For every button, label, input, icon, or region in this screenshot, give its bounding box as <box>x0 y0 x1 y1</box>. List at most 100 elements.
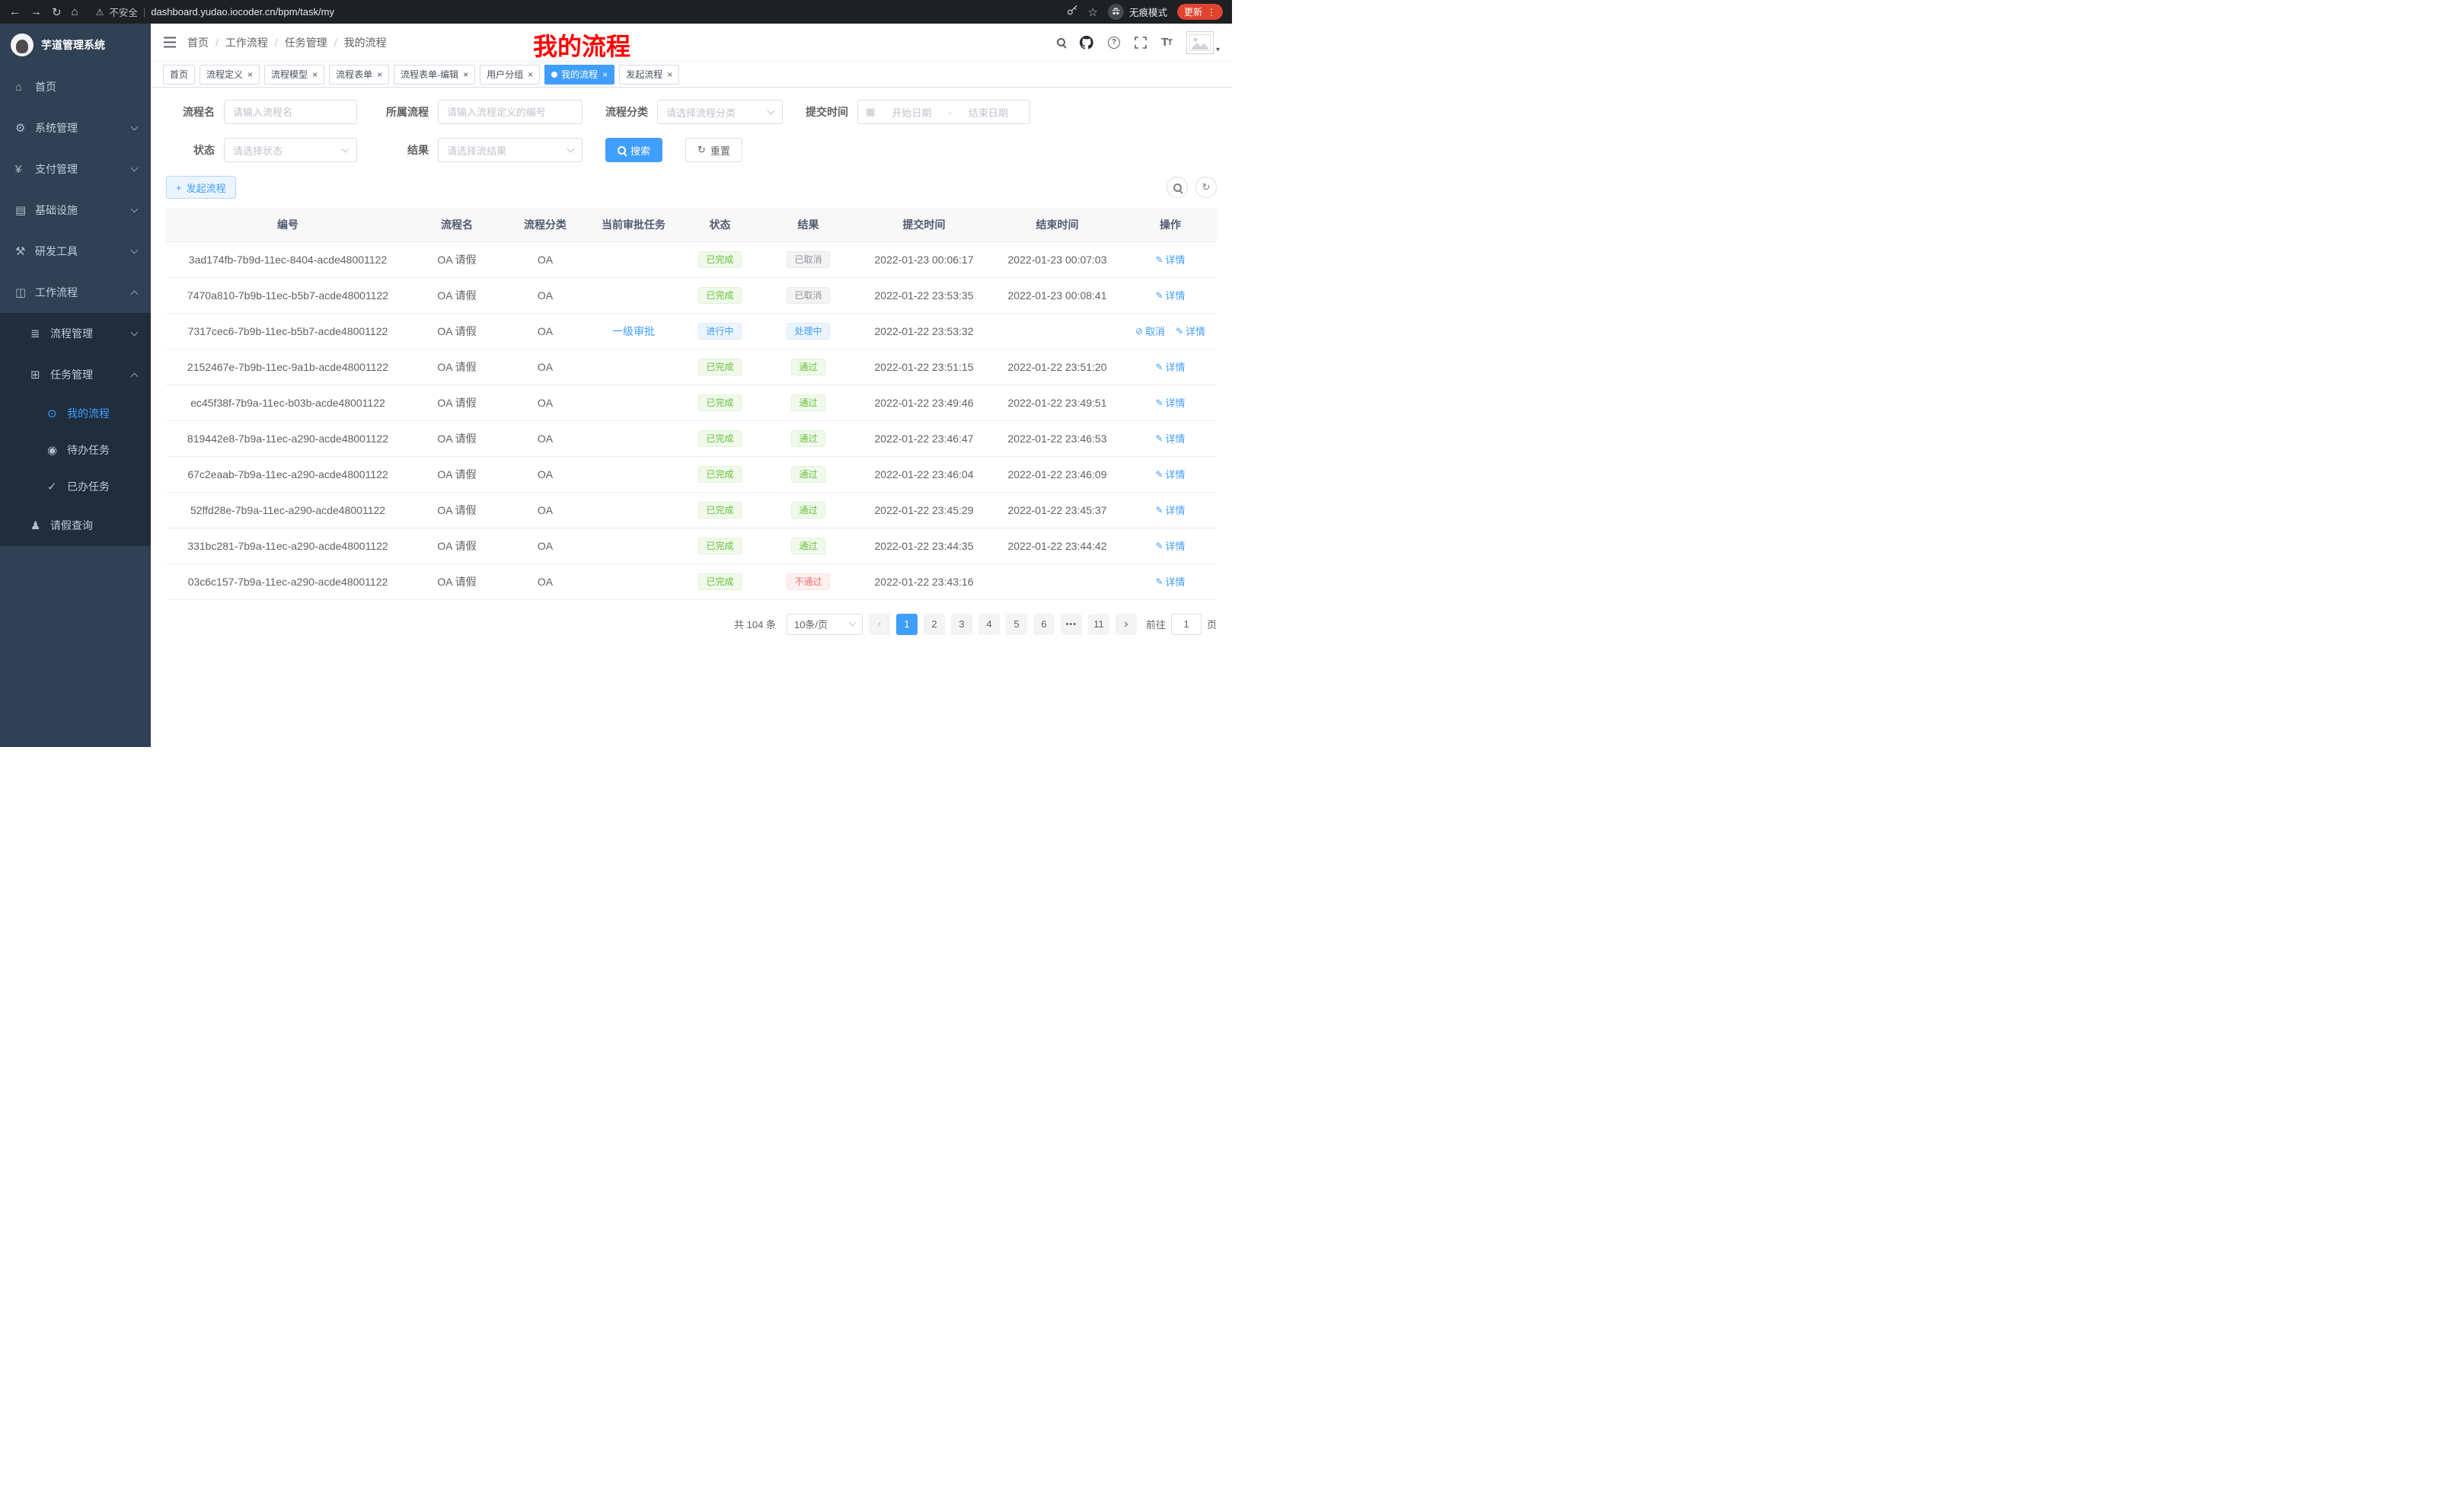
tags-view-bar: 首页 流程定义 × 流程模型 × <box>151 62 1232 88</box>
page-size-select[interactable]: 10条/页 <box>787 614 863 635</box>
back-icon[interactable]: ← <box>9 5 21 18</box>
detail-action[interactable]: ✎详情 <box>1155 288 1185 302</box>
close-icon[interactable]: × <box>667 69 672 80</box>
forward-icon[interactable]: → <box>30 5 42 18</box>
github-icon[interactable] <box>1080 36 1093 49</box>
create-process-button[interactable]: + 发起流程 <box>166 176 236 199</box>
date-start-placeholder: 开始日期 <box>878 105 945 120</box>
tab[interactable]: 我的流程 × <box>544 65 614 85</box>
breadcrumb-item[interactable]: / 任务管理 <box>275 35 327 50</box>
tab[interactable]: 流程表单-编辑 × <box>394 65 475 85</box>
cell-status: 已完成 <box>681 456 759 492</box>
refresh-table-button[interactable]: ↻ <box>1195 177 1217 198</box>
process-name-input[interactable] <box>224 100 357 124</box>
detail-action[interactable]: ✎详情 <box>1155 395 1185 410</box>
page-button[interactable]: 6 <box>1033 614 1055 635</box>
sidebar-item[interactable]: ⊙ 我的流程 <box>0 395 151 432</box>
close-icon[interactable]: × <box>312 69 318 80</box>
close-icon[interactable]: × <box>463 69 468 80</box>
detail-action[interactable]: ✎详情 <box>1155 574 1185 589</box>
prev-page-button[interactable]: ‹ <box>869 614 890 635</box>
detail-action[interactable]: ✎详情 <box>1155 431 1185 445</box>
user-menu[interactable]: ▾ <box>1186 31 1220 54</box>
font-size-icon[interactable]: TT <box>1161 36 1172 49</box>
search-icon[interactable] <box>1057 38 1065 46</box>
sidebar-item[interactable]: ¥ 支付管理 <box>0 148 151 190</box>
sidebar-item[interactable]: ♟ 请假查询 <box>0 505 151 546</box>
tab[interactable]: 发起流程 × <box>619 65 679 85</box>
cell-process-name: OA 请假 <box>410 492 504 528</box>
close-icon[interactable]: × <box>247 69 253 80</box>
key-icon[interactable] <box>1067 5 1078 19</box>
hamburger-icon[interactable] <box>163 37 177 48</box>
refresh-icon: ↻ <box>697 144 706 156</box>
tab[interactable]: 用户分组 × <box>480 65 540 85</box>
status-select[interactable]: 请选择状态 <box>224 138 357 162</box>
edit-icon: ✎ <box>1155 505 1163 516</box>
cell-submit-time: 2022-01-22 23:53:35 <box>857 277 991 313</box>
app-logo[interactable]: 芋道管理系统 <box>0 24 151 66</box>
search-button[interactable]: 搜索 <box>605 138 662 162</box>
sidebar-item[interactable]: ⚒ 研发工具 <box>0 231 151 272</box>
tab[interactable]: 流程定义 × <box>199 65 260 85</box>
process-definition-input[interactable] <box>438 100 582 124</box>
detail-action[interactable]: ✎详情 <box>1155 359 1185 374</box>
reload-icon[interactable]: ↻ <box>52 5 62 19</box>
close-icon[interactable]: × <box>377 69 382 80</box>
page-button[interactable]: 2 <box>924 614 945 635</box>
category-select[interactable]: 请选择流程分类 <box>657 100 783 124</box>
cell-submit-time: 2022-01-22 23:45:29 <box>857 492 991 528</box>
help-icon[interactable]: ? <box>1108 37 1120 49</box>
tab[interactable]: 首页 <box>163 65 195 85</box>
detail-action[interactable]: ✎详情 <box>1155 503 1185 517</box>
tab[interactable]: 流程表单 × <box>329 65 389 85</box>
status-badge: 已完成 <box>698 502 741 519</box>
category-label: 流程分类 <box>605 104 648 120</box>
devtools-icon: ⚒ <box>15 244 35 258</box>
close-icon[interactable]: × <box>528 69 533 80</box>
star-icon[interactable]: ☆ <box>1088 5 1098 19</box>
detail-action[interactable]: ✎详情 <box>1155 467 1185 481</box>
fullscreen-icon[interactable] <box>1135 37 1147 49</box>
sidebar-item-label: 支付管理 <box>35 161 132 177</box>
breadcrumb-item[interactable]: / 工作流程 <box>215 35 268 50</box>
submit-time-range-picker[interactable]: ▦ 开始日期 - 结束日期 <box>857 100 1030 124</box>
sidebar-item[interactable]: ⊞ 任务管理 <box>0 354 151 395</box>
toggle-search-button[interactable] <box>1167 177 1188 198</box>
browser-home-icon[interactable]: ⌂ <box>72 5 78 18</box>
sidebar-item[interactable]: ▤ 基础设施 <box>0 190 151 231</box>
sidebar-item[interactable]: ◫ 工作流程 <box>0 272 151 313</box>
avatar[interactable] <box>1186 31 1214 54</box>
page-button[interactable]: ••• <box>1061 614 1082 635</box>
detail-action[interactable]: ✎详情 <box>1176 324 1205 338</box>
detail-action[interactable]: ✎详情 <box>1155 252 1185 267</box>
task-link[interactable]: 一级审批 <box>612 325 655 337</box>
address-bar[interactable]: ⚠ 不安全 | dashboard.yudao.iocoder.cn/bpm/t… <box>96 5 334 19</box>
update-button[interactable]: 更新 ⋮ <box>1177 4 1223 20</box>
result-badge: 通过 <box>791 430 825 447</box>
breadcrumb-item[interactable]: / 我的流程 <box>334 35 387 50</box>
sidebar-item[interactable]: ⌂ 首页 <box>0 66 151 107</box>
page-button[interactable]: 4 <box>978 614 1000 635</box>
more-vert-icon[interactable]: ⋮ <box>1207 7 1216 18</box>
page-button[interactable]: 11 <box>1088 614 1109 635</box>
column-header: 流程名 <box>410 208 504 241</box>
cancel-action[interactable]: ⊘取消 <box>1135 324 1165 338</box>
sidebar-item[interactable]: ✓ 已办任务 <box>0 468 151 505</box>
next-page-button[interactable]: › <box>1116 614 1137 635</box>
close-icon[interactable]: × <box>602 69 608 80</box>
page-button[interactable]: 3 <box>951 614 972 635</box>
result-select[interactable]: 请选择流结果 <box>438 138 582 162</box>
logo-avatar <box>11 34 34 56</box>
page-button[interactable]: 5 <box>1006 614 1027 635</box>
detail-action[interactable]: ✎详情 <box>1155 538 1185 553</box>
goto-page-input[interactable] <box>1171 614 1202 635</box>
sidebar-item[interactable]: ⚙ 系统管理 <box>0 107 151 148</box>
sidebar-item[interactable]: ≣ 流程管理 <box>0 313 151 354</box>
edit-icon: ✎ <box>1155 541 1163 551</box>
reset-button[interactable]: ↻ 重置 <box>685 138 742 162</box>
page-button[interactable]: 1 <box>896 614 918 635</box>
tab[interactable]: 流程模型 × <box>264 65 324 85</box>
breadcrumb-item[interactable]: / 首页 <box>187 35 209 50</box>
sidebar-item[interactable]: ◉ 待办任务 <box>0 432 151 468</box>
